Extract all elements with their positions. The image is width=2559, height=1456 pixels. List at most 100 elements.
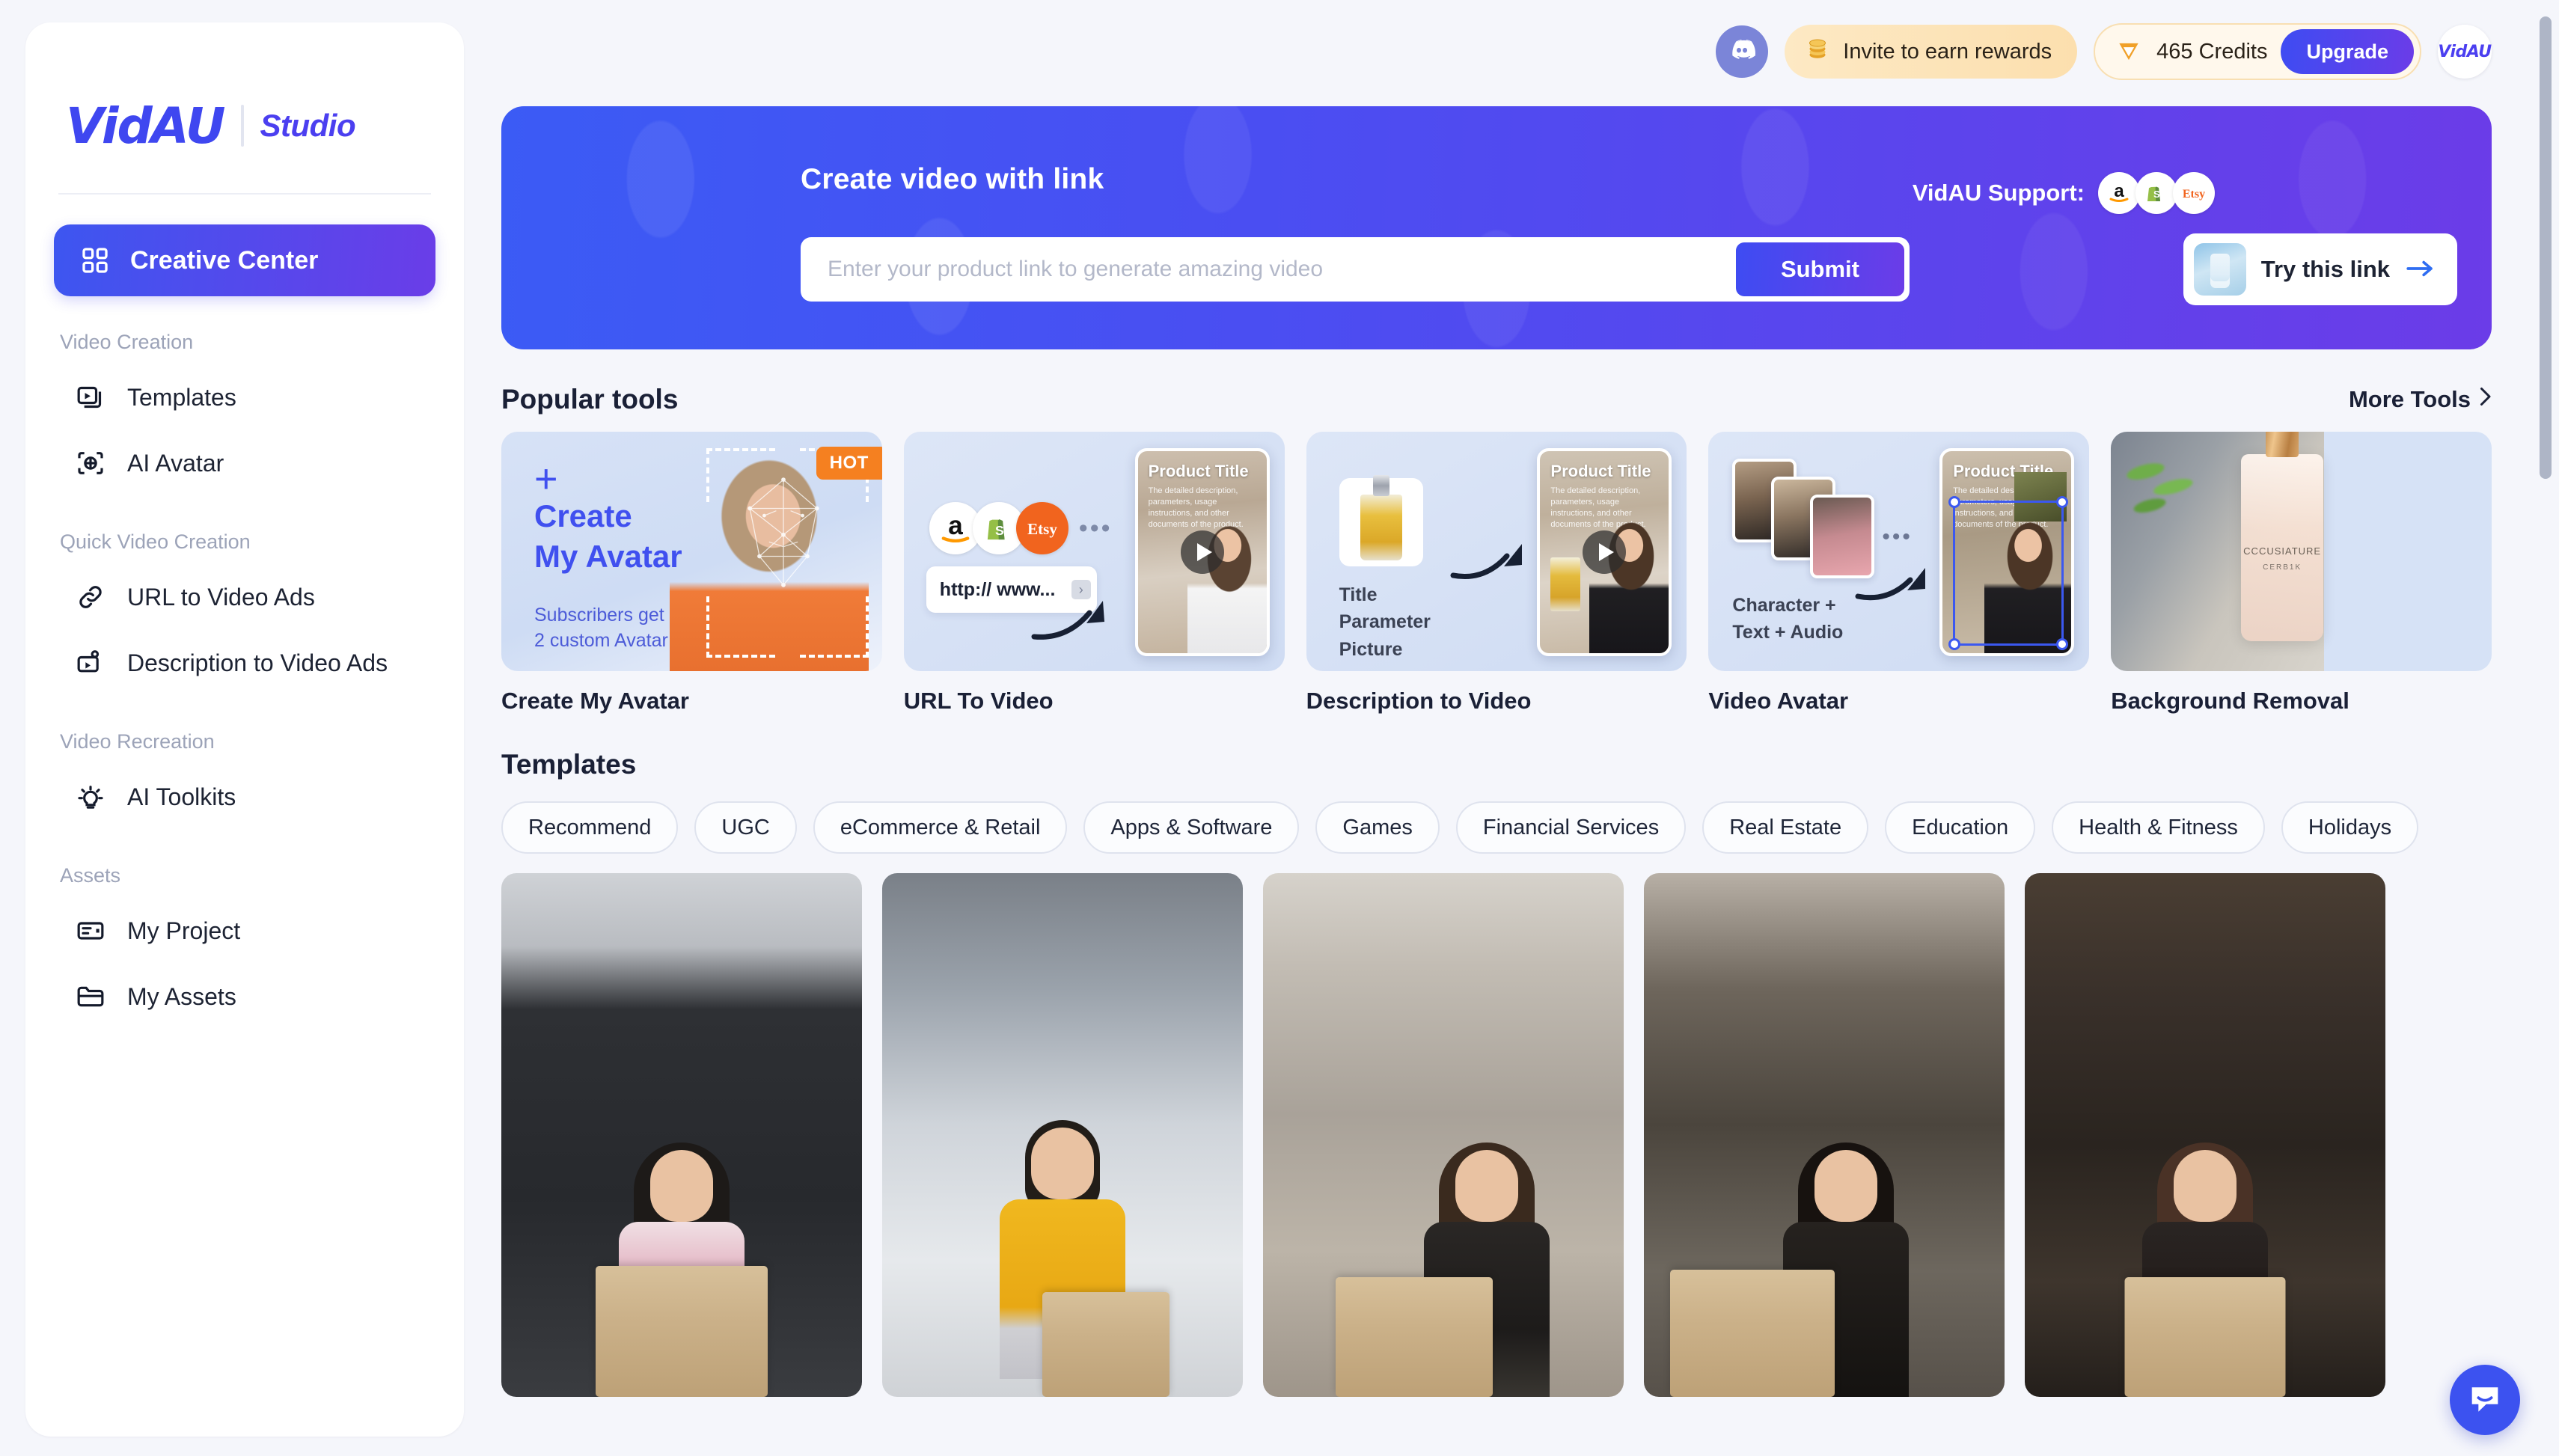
try-this-link-button[interactable]: Try this link — [2183, 233, 2457, 305]
selection-box[interactable] — [1953, 501, 2064, 646]
bottle-cap — [2266, 432, 2299, 457]
create-avatar-heading: Create My Avatar — [534, 496, 682, 577]
tool-card-label: Description to Video — [1306, 688, 1532, 714]
play-icon — [1180, 530, 1224, 574]
flow-arrow-icon — [1450, 544, 1522, 580]
package-box — [1669, 1270, 1835, 1397]
category-pill-games[interactable]: Games — [1315, 801, 1440, 854]
category-pill-apps-software[interactable]: Apps & Software — [1083, 801, 1300, 854]
credits-container[interactable]: 465 Credits Upgrade — [2094, 23, 2421, 80]
tool-thumbnail: ••• Character + Text + Audio Product Tit… — [1708, 432, 2090, 671]
category-pill-education[interactable]: Education — [1885, 801, 2036, 854]
category-pill-health-fitness[interactable]: Health & Fitness — [2052, 801, 2265, 854]
support-platforms: VidAU Support: a S Etsy — [1913, 172, 2215, 214]
preview-phone: Product Title The detailed description, … — [1134, 448, 1270, 656]
face-mesh-overlay — [747, 477, 819, 587]
tool-card-create-my-avatar[interactable]: HOT + Create My Avatar Subscribers get 2… — [501, 432, 882, 715]
top-header: Invite to earn rewards 465 Credits Upgra… — [494, 0, 2529, 82]
upgrade-button[interactable]: Upgrade — [2281, 29, 2414, 74]
sidebar-item-my-assets[interactable]: My Assets — [54, 964, 435, 1030]
coins-icon — [1804, 35, 1831, 68]
tool-thumbnail: CCCUSIATURE CERB1K — [2111, 432, 2492, 671]
sidebar-item-label: Creative Center — [130, 245, 319, 275]
svg-text:S: S — [2153, 189, 2160, 200]
category-pill-ugc[interactable]: UGC — [694, 801, 797, 854]
link-icon — [75, 581, 106, 613]
tool-card-label: Background Removal — [2111, 688, 2349, 714]
tool-card-url-to-video[interactable]: a S Etsy ••• http:// www... › Product Ti… — [903, 432, 1285, 715]
sidebar-item-ai-toolkits[interactable]: AI Toolkits — [54, 764, 435, 830]
avatar[interactable]: VidAU — [2438, 25, 2492, 79]
submit-button[interactable]: Submit — [1735, 242, 1904, 296]
phone-product-title: Product Title — [1148, 462, 1249, 480]
template-card-4[interactable] — [1644, 873, 2005, 1397]
sidebar-divider — [58, 193, 431, 195]
templates-header: Templates — [501, 749, 2492, 780]
app-root: VidAU Studio Creative Center Video Creat… — [0, 0, 2559, 1456]
category-pill-recommend[interactable]: Recommend — [501, 801, 679, 854]
tool-card-background-removal[interactable]: CCCUSIATURE CERB1K Background Removal — [2111, 432, 2492, 715]
sidebar-container: VidAU Studio Creative Center Video Creat… — [0, 0, 494, 1456]
plus-icon: + — [534, 456, 558, 501]
flow-arrow-icon — [1855, 568, 1926, 601]
project-icon — [75, 915, 106, 946]
description-fields: Title Parameter Picture — [1339, 581, 1431, 663]
tool-card-description-to-video[interactable]: Title Parameter Picture Product Title Th… — [1306, 432, 1687, 715]
svg-text:Etsy: Etsy — [1027, 520, 1057, 538]
platform-logo-group: a S E — [929, 502, 1113, 554]
description-video-icon — [75, 647, 106, 679]
page-scrollbar[interactable] — [2540, 16, 2552, 1438]
templates-icon — [75, 382, 106, 413]
brand-logo[interactable]: VidAU Studio — [54, 55, 435, 168]
person-head — [2174, 1150, 2237, 1222]
template-card-1[interactable] — [501, 873, 862, 1397]
category-pill-financial-services[interactable]: Financial Services — [1455, 801, 1687, 854]
more-avatars-ellipsis: ••• — [1882, 524, 1913, 549]
selection-handle-bl[interactable] — [1948, 638, 1961, 650]
caption-character: Character + — [1732, 595, 1836, 616]
templates-title: Templates — [501, 749, 637, 780]
category-pill-ecommerce-retail[interactable]: eCommerce & Retail — [813, 801, 1068, 854]
more-tools-link[interactable]: More Tools — [2349, 385, 2492, 414]
template-card-5[interactable] — [2025, 873, 2385, 1397]
category-pill-real-estate[interactable]: Real Estate — [1702, 801, 1869, 854]
tool-card-label: Create My Avatar — [501, 688, 689, 714]
person-head — [1031, 1128, 1094, 1199]
discord-button[interactable] — [1716, 25, 1769, 78]
etsy-logo[interactable]: Etsy — [2173, 172, 2215, 214]
field-parameter: Parameter — [1339, 611, 1431, 633]
phone-product-title: Product Title — [1550, 462, 1651, 480]
sidebar-item-my-project[interactable]: My Project — [54, 898, 435, 964]
lightbulb-icon — [75, 781, 106, 813]
sidebar-item-templates[interactable]: Templates — [54, 364, 435, 430]
package-box — [596, 1266, 768, 1397]
tool-card-video-avatar[interactable]: ••• Character + Text + Audio Product Tit… — [1708, 432, 2090, 715]
template-card-3[interactable] — [1263, 873, 1624, 1397]
perfume-bottle-graphic — [1360, 495, 1402, 560]
person-head — [650, 1150, 713, 1222]
category-pill-holidays[interactable]: Holidays — [2281, 801, 2419, 854]
field-title: Title — [1339, 584, 1378, 605]
main-content: Invite to earn rewards 465 Credits Upgra… — [494, 0, 2559, 1456]
product-link-input[interactable] — [828, 257, 1736, 282]
hero-banner: Create video with link Submit VidAU Supp… — [501, 106, 2492, 349]
sidebar: VidAU Studio Creative Center Video Creat… — [25, 22, 464, 1437]
sidebar-item-url-to-video-ads[interactable]: URL to Video Ads — [54, 564, 435, 630]
sidebar-item-ai-avatar[interactable]: AI Avatar — [54, 430, 435, 496]
tool-thumbnail: a S Etsy ••• http:// www... › Product Ti… — [903, 432, 1285, 671]
arrow-right-icon — [2405, 258, 2436, 281]
invite-rewards-button[interactable]: Invite to earn rewards — [1785, 25, 2078, 79]
sidebar-item-creative-center[interactable]: Creative Center — [54, 224, 435, 296]
amazon-logo[interactable]: a — [2098, 172, 2140, 214]
chat-support-button[interactable] — [2450, 1365, 2520, 1435]
sidebar-group-video-recreation: Video Recreation — [60, 730, 215, 753]
shopify-logo[interactable]: S — [2135, 172, 2177, 214]
sidebar-item-description-to-video-ads[interactable]: Description to Video Ads — [54, 630, 435, 696]
create-avatar-sub1: Subscribers get — [534, 605, 664, 625]
scrollbar-thumb[interactable] — [2540, 16, 2552, 479]
svg-text:S: S — [995, 523, 1004, 538]
perfume-bottle-graphic: CCCUSIATURE CERB1K — [2241, 432, 2324, 641]
bottle-brand-text: CCCUSIATURE — [2243, 545, 2322, 557]
crop-guide-bl — [706, 596, 775, 658]
template-card-2[interactable] — [882, 873, 1243, 1397]
